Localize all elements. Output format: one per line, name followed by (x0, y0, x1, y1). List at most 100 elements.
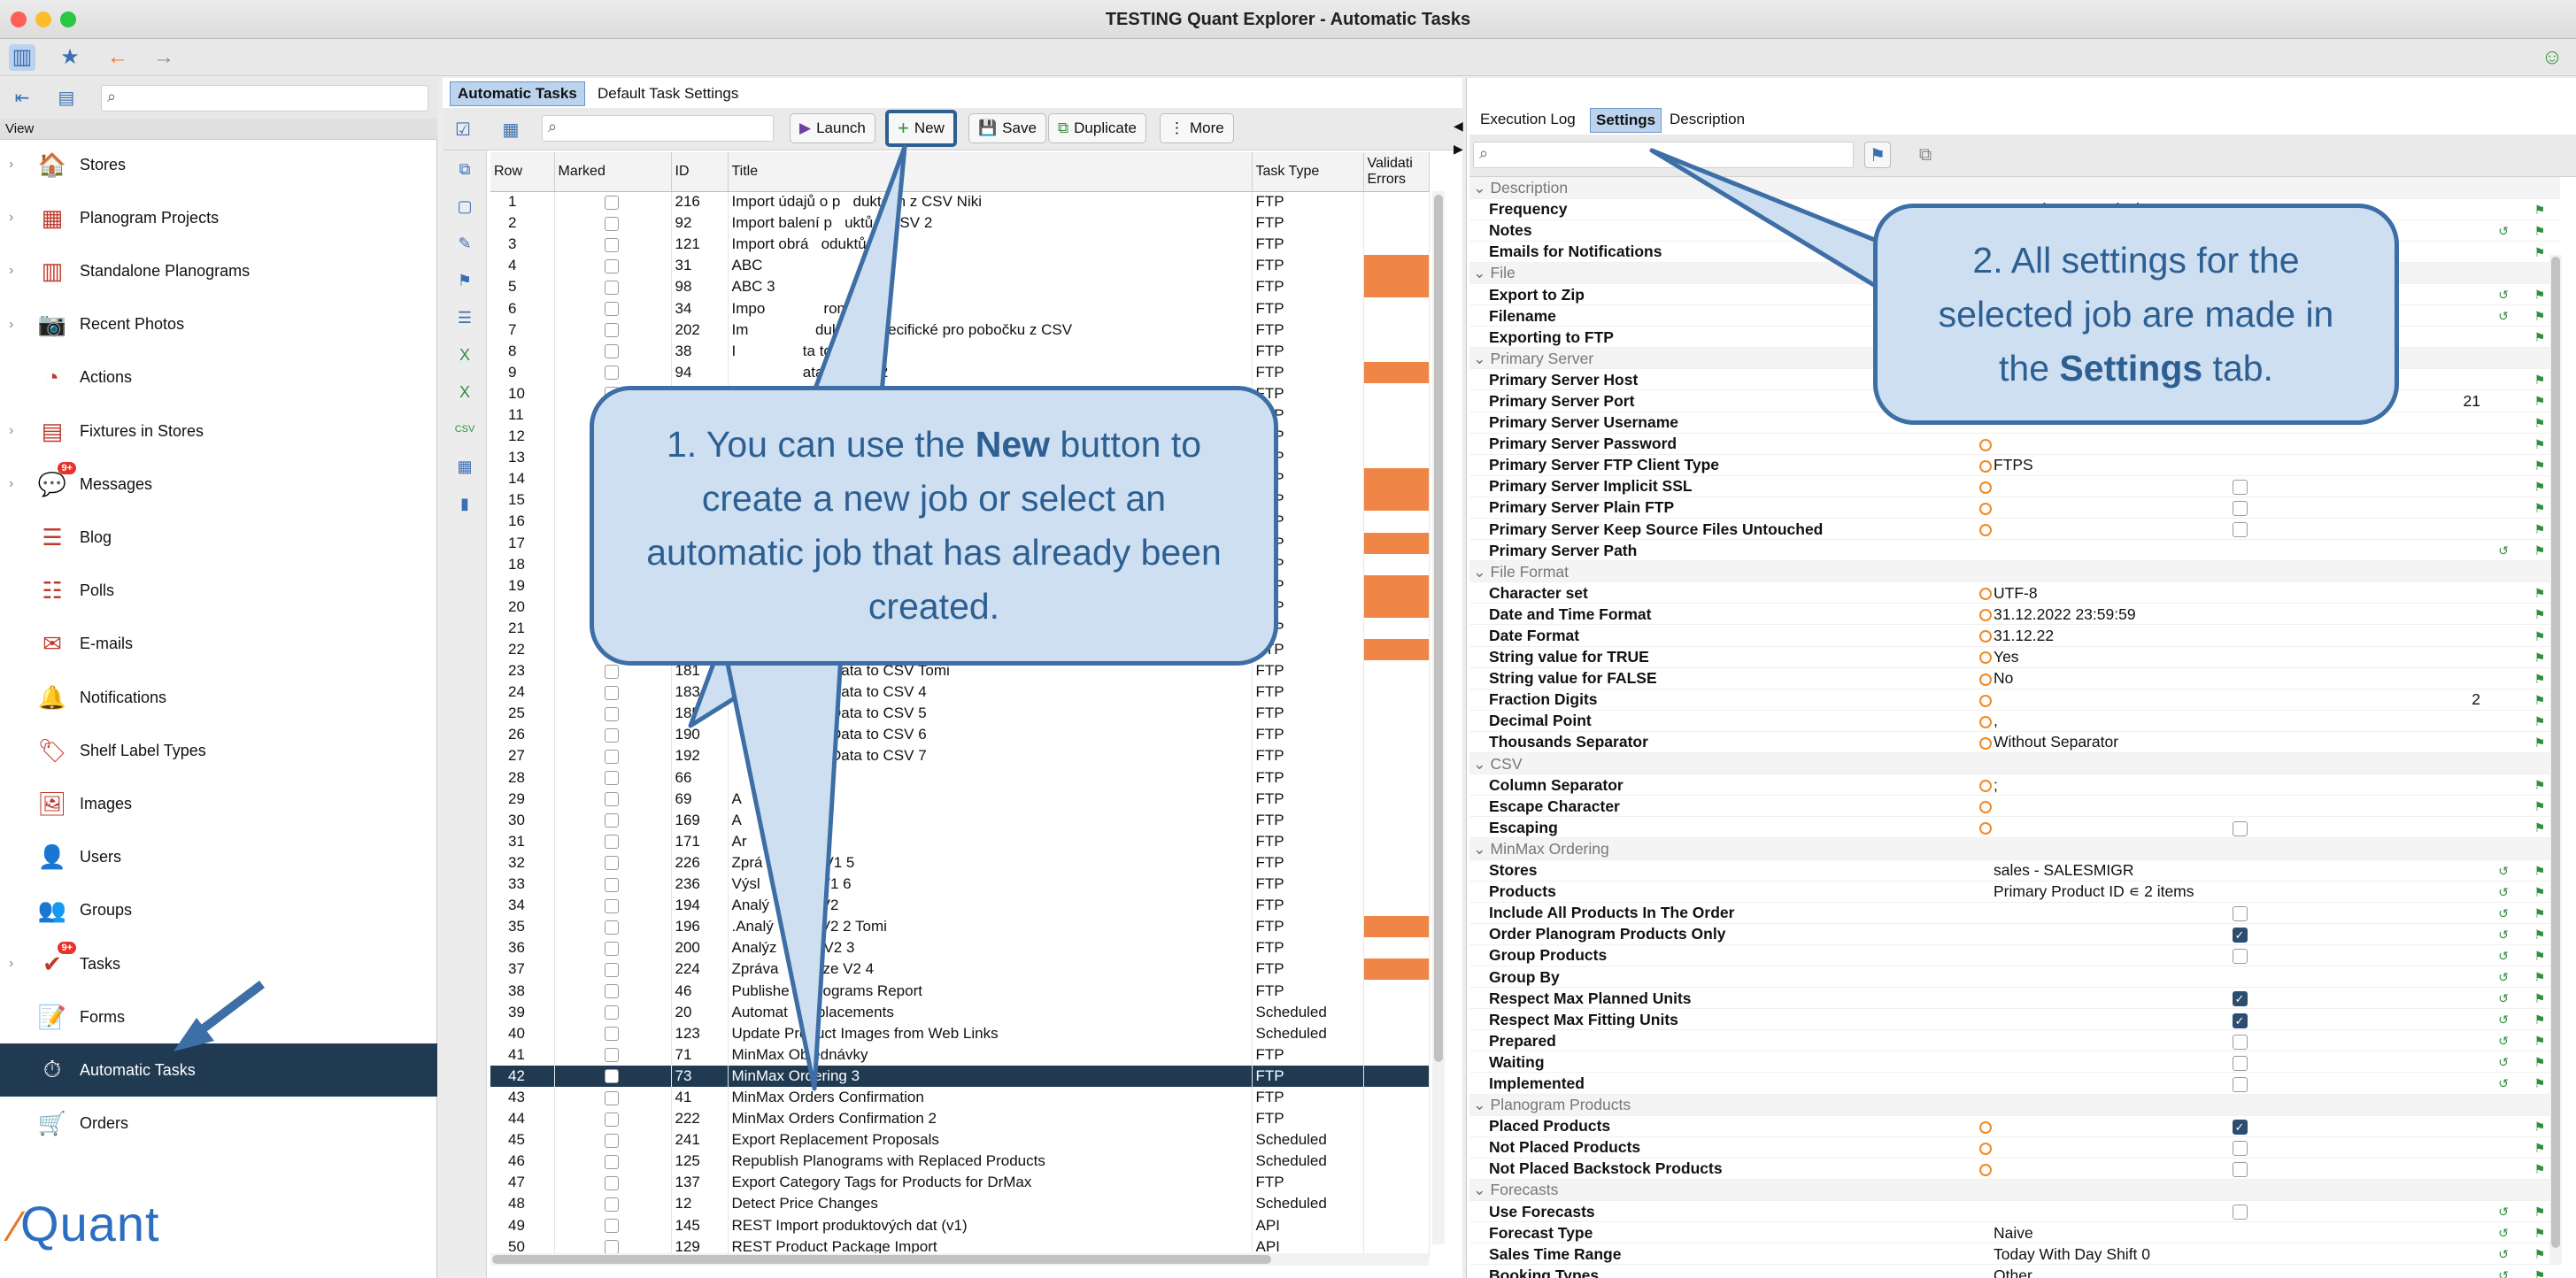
marked-checkbox[interactable] (604, 323, 619, 338)
expand-right-icon[interactable]: ▶ (1454, 142, 1463, 157)
settings-row[interactable]: Not Placed Backstock Products ⚑ (1469, 1158, 2561, 1180)
flag-icon[interactable]: ⚑ (2534, 1012, 2546, 1027)
override-icon[interactable] (1979, 651, 1992, 665)
settings-row[interactable]: String value for TRUE Yes ⚑ (1469, 646, 2561, 668)
settings-section-header[interactable]: ⌄ MinMax Ordering (1469, 837, 2561, 860)
flag-icon[interactable]: ⚑ (2534, 245, 2546, 259)
reset-icon[interactable]: ↺ (2498, 906, 2509, 920)
flag-icon[interactable]: ⚑ (2534, 309, 2546, 323)
flag-icon[interactable]: ⚑ (2534, 1247, 2546, 1261)
sidebar-item-messages[interactable]: › 💬 9+ Messages (0, 458, 437, 511)
marked-checkbox[interactable] (604, 216, 619, 231)
sidebar-item-standalone-planograms[interactable]: › ▥ Standalone Planograms (0, 244, 437, 297)
settings-row[interactable]: Escaping ⚑ (1469, 816, 2561, 839)
reset-icon[interactable]: ↺ (2498, 949, 2509, 963)
settings-row[interactable]: Column Separator; ⚑ (1469, 774, 2561, 797)
reset-icon[interactable]: ↺ (2498, 1076, 2509, 1090)
flag-icon[interactable]: ⚑ (2534, 1141, 2546, 1155)
sidebar-item-groups[interactable]: 👥 Groups (0, 884, 437, 937)
settings-row[interactable]: Respect Max Fitting Units ✓ ↺ ⚑ (1469, 1008, 2561, 1031)
flag-icon[interactable]: ⚑ (2534, 586, 2546, 600)
setting-value[interactable] (1994, 1158, 2215, 1180)
sidebar-item-planogram-projects[interactable]: › ▦ Planogram Projects (0, 191, 437, 244)
settings-row[interactable]: Booking Types Other ↺ ⚑ (1469, 1264, 2561, 1278)
settings-section-header[interactable]: ⌄ Planogram Products (1469, 1094, 2561, 1116)
sidebar-item-polls[interactable]: ☷ Polls (0, 565, 437, 618)
setting-value[interactable] (1994, 1115, 2215, 1137)
chart-icon[interactable]: ▮ (453, 492, 476, 515)
chevron-right-icon[interactable]: › (9, 210, 23, 226)
override-icon[interactable] (1979, 459, 1992, 473)
marked-checkbox[interactable] (604, 898, 619, 913)
settings-row[interactable]: Order Planogram Products Only ✓ ↺ ⚑ (1469, 923, 2561, 945)
setting-checkbox[interactable] (2232, 906, 2248, 922)
sidebar-item-images[interactable]: 🖼 Images (0, 777, 437, 830)
override-icon[interactable] (1979, 481, 1992, 494)
settings-row[interactable]: String value for FALSE No ⚑ (1469, 667, 2561, 689)
setting-checkbox[interactable] (2232, 1162, 2248, 1178)
flag-icon[interactable]: ⚑ (2534, 799, 2546, 813)
flag-icon[interactable]: ⚑ (2534, 203, 2546, 217)
override-icon[interactable] (1979, 736, 1992, 750)
flag-icon[interactable]: ⚑ (2534, 1268, 2546, 1278)
settings-flag-icon[interactable]: ⚑ (1864, 142, 1891, 168)
setting-value[interactable]: , (1994, 710, 2215, 732)
override-icon[interactable] (1979, 502, 1992, 515)
reset-icon[interactable]: ↺ (2498, 543, 2509, 558)
override-icon[interactable] (1979, 780, 1992, 793)
settings-row[interactable]: Include All Products In The Order ↺ ⚑ (1469, 902, 2561, 924)
table-row[interactable]: 45 241 Export Replacement Proposals Schedul… (490, 1129, 1430, 1151)
setting-checkbox[interactable] (2232, 1205, 2248, 1220)
setting-value[interactable]: Without Separator (1994, 731, 2215, 754)
flag-icon[interactable]: ⚑ (2534, 820, 2546, 835)
setting-value[interactable]: Yes (1994, 646, 2215, 668)
save-button[interactable]: 💾 Save (968, 113, 1046, 143)
table-row[interactable]: 8 38 I ta to CSV FTP (490, 340, 1430, 362)
flag-icon[interactable]: ⚑ (2534, 1034, 2546, 1048)
setting-value[interactable]: sales - SALESMIGR (1994, 859, 2215, 882)
marked-checkbox[interactable] (604, 1027, 619, 1042)
flag-icon[interactable]: ⚑ (2534, 1162, 2546, 1176)
tab-execution-log[interactable]: Execution Log (1475, 108, 1581, 133)
view-options-icon[interactable]: ▤ (53, 85, 80, 112)
flag-icon[interactable]: ⚑ (2534, 714, 2546, 728)
sidebar-item-forms[interactable]: 📝 Forms (0, 990, 437, 1043)
settings-row[interactable]: Primary Server Path ↺ ⚑ (1469, 539, 2561, 562)
flag-icon[interactable]: ⚑ (2534, 629, 2546, 643)
flag-icon[interactable]: ⚑ (2534, 1120, 2546, 1134)
settings-row[interactable]: Placed Products ✓ ⚑ (1469, 1115, 2561, 1137)
flag-icon[interactable]: ⚑ (2534, 1076, 2546, 1090)
duplicate-button[interactable]: ⧉ Duplicate (1048, 113, 1147, 143)
setting-checkbox[interactable]: ✓ (2232, 991, 2248, 1007)
settings-row[interactable]: Products Primary Product ID ∊ 2 items ↺ ⚑ (1469, 881, 2561, 903)
flag-icon[interactable]: ⚑ (2534, 437, 2546, 451)
setting-value[interactable] (1994, 539, 2215, 562)
marked-checkbox[interactable] (604, 1090, 619, 1105)
marked-checkbox[interactable] (604, 280, 619, 295)
settings-section-header[interactable]: ⌄ Forecasts (1469, 1179, 2561, 1202)
settings-row[interactable]: Thousands Separator Without Separator ⚑ (1469, 731, 2561, 754)
reset-icon[interactable]: ↺ (2498, 991, 2509, 1005)
flag-icon[interactable]: ⚑ (2534, 672, 2546, 686)
sidebar-item-automatic-tasks[interactable]: ⏱ Automatic Tasks (0, 1043, 437, 1097)
override-icon[interactable] (1979, 588, 1992, 601)
flag-icon[interactable]: ⚑ (2534, 906, 2546, 920)
flag-icon[interactable]: ⚑ (2534, 373, 2546, 387)
marked-checkbox[interactable] (604, 941, 619, 956)
setting-value[interactable]: Today With Day Shift 0 (1994, 1243, 2215, 1266)
launch-button[interactable]: ▶ Launch (790, 113, 875, 143)
sidebar-item-stores[interactable]: › 🏠 Stores (0, 138, 437, 191)
setting-value[interactable]: ; (1994, 774, 2215, 797)
settings-search-input[interactable]: ⌕ (1473, 142, 1854, 168)
flag-icon[interactable]: ⚑ (453, 269, 476, 292)
marked-checkbox[interactable] (604, 664, 619, 679)
tab-description[interactable]: Description (1664, 108, 1750, 133)
tab-settings[interactable]: Settings (1590, 108, 1662, 133)
settings-row[interactable]: Escape Character ⚑ (1469, 795, 2561, 818)
table-row[interactable]: 27 192 Store Data to CSV 7 FTP (490, 745, 1430, 767)
settings-row[interactable]: Decimal Point, ⚑ (1469, 710, 2561, 732)
collapse-left-icon[interactable]: ◀ (1454, 119, 1463, 134)
setting-checkbox[interactable]: ✓ (2232, 1012, 2248, 1028)
flag-icon[interactable]: ⚑ (2534, 1055, 2546, 1069)
marked-checkbox[interactable] (604, 1112, 619, 1127)
